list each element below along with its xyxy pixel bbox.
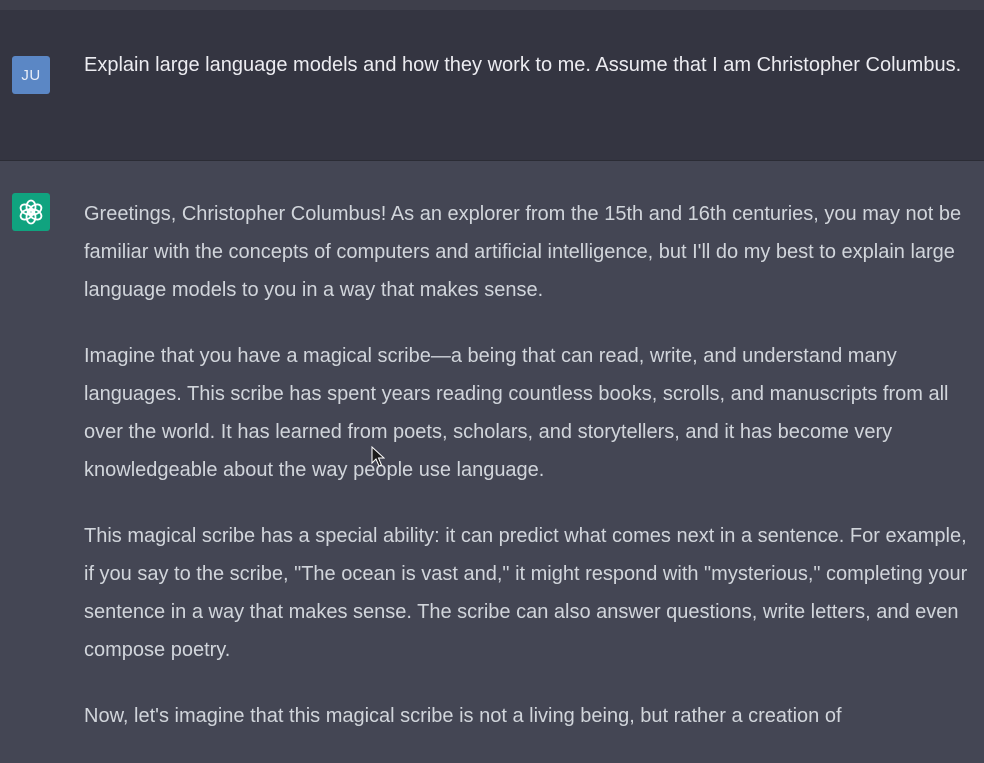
user-avatar: JU — [12, 56, 50, 94]
mouse-cursor-icon — [371, 446, 385, 467]
user-message-text: Explain large language models and how th… — [84, 54, 962, 76]
assistant-message-block: Greetings, Christopher Columbus! As an e… — [0, 161, 984, 734]
assistant-paragraph: Now, let's imagine that this magical scr… — [84, 705, 842, 727]
assistant-paragraph: This magical scribe has a special abilit… — [84, 525, 968, 661]
openai-logo-icon — [19, 199, 43, 225]
user-message-block: JU Explain large language models and how… — [0, 10, 984, 161]
assistant-avatar — [12, 193, 50, 231]
assistant-paragraph: Greetings, Christopher Columbus! As an e… — [84, 203, 962, 301]
user-avatar-initials: JU — [21, 66, 41, 84]
top-strip — [0, 0, 984, 10]
assistant-paragraph: Imagine that you have a magical scribe—a… — [84, 345, 949, 481]
assistant-message-text: Greetings, Christopher Columbus! As an e… — [84, 195, 974, 763]
